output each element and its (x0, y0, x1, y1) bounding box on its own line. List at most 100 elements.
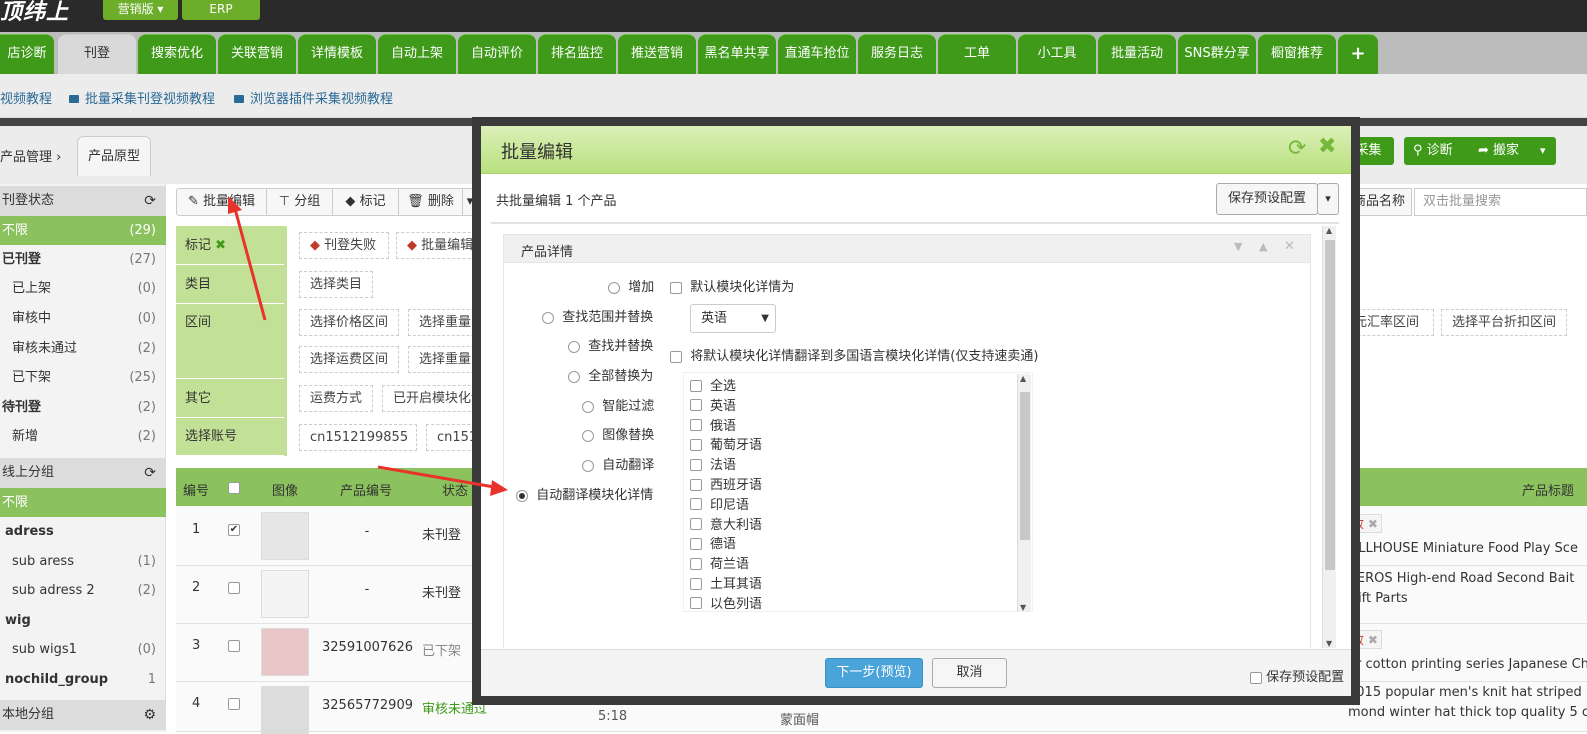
row-title[interactable]: er cotton printing series Japanese Ch (1348, 657, 1587, 672)
language-option[interactable]: 全选 (690, 375, 736, 394)
checkbox[interactable] (670, 281, 682, 294)
sidebar-item[interactable]: sub adress 2 (2) (0, 576, 166, 605)
save-preset-option[interactable]: 保存预设配置 (1250, 666, 1344, 685)
header-select-all[interactable] (228, 480, 240, 495)
scrollbar-thumb[interactable] (1325, 240, 1335, 570)
checkbox[interactable] (690, 438, 702, 451)
header-product-no[interactable]: 产品编号 (340, 480, 392, 499)
radio-button[interactable] (608, 281, 620, 294)
mark-button[interactable]: ◆ 标记 (333, 189, 399, 215)
nav-tab[interactable]: 批量活动 (1098, 34, 1176, 74)
replace-mode-radio[interactable]: 自动翻译模块化详情 (516, 484, 653, 503)
language-option[interactable]: 印尼语 (690, 494, 749, 513)
sidebar-item[interactable]: wig (0, 606, 166, 635)
sidebar-item[interactable]: sub wigs1 (0) (0, 635, 166, 664)
sidebar-item[interactable]: 已上架 (0) (0, 274, 166, 303)
nav-tab[interactable]: 直通车抢位 (778, 34, 856, 74)
filter-module-detail[interactable]: 已开启模块化详 (382, 385, 486, 412)
clear-icon[interactable]: ✖ (215, 238, 226, 253)
language-option[interactable]: 意大利语 (690, 514, 762, 533)
row-title[interactable]: 2015 popular men's knit hat striped (1348, 685, 1587, 700)
batch-edit-button[interactable]: ✎ 批量编辑 (177, 189, 267, 215)
batch-collect-video-link[interactable]: 批量采集刊登视频教程 (69, 88, 215, 107)
replace-mode-radio[interactable]: 查找范围并替换 (542, 306, 653, 325)
radio-button[interactable] (582, 459, 594, 472)
caret-down-icon[interactable]: ▾ (1317, 183, 1339, 215)
product-thumbnail[interactable] (261, 686, 309, 734)
checkbox[interactable] (690, 577, 702, 590)
close-icon[interactable]: ✖ (1368, 517, 1378, 531)
checkbox[interactable] (690, 518, 702, 531)
default-module-option[interactable]: 默认模块化详情为 (670, 276, 794, 295)
radio-button[interactable] (582, 429, 594, 442)
language-option[interactable]: 英语 (690, 395, 736, 414)
radio-button[interactable] (568, 370, 580, 383)
checkbox[interactable] (690, 537, 702, 550)
language-select[interactable]: 英语 ▼ (690, 304, 776, 333)
row-title[interactable]: BEROS High-end Road Second Bait (1348, 571, 1587, 586)
replace-mode-radio[interactable]: 增加 (608, 276, 654, 295)
row-checkbox[interactable] (228, 696, 240, 711)
checkbox[interactable] (228, 639, 240, 652)
sidebar-group-local[interactable]: 本地分组 ⚙ (0, 700, 166, 730)
nav-tab[interactable]: SNS群分享 (1178, 34, 1256, 74)
product-thumbnail[interactable] (261, 512, 309, 560)
replace-mode-radio[interactable]: 全部替换为 (568, 365, 653, 384)
nav-tab[interactable]: 推送营销 (618, 34, 696, 74)
filter-discount-range[interactable]: 选择平台折扣区间 (1441, 309, 1567, 336)
sidebar-item[interactable]: nochild_group 1 (0, 665, 166, 694)
language-option[interactable]: 以色列语 (690, 593, 762, 612)
plugin-collect-video-link[interactable]: 浏览器插件采集视频教程 (234, 88, 393, 107)
checkbox[interactable] (690, 557, 702, 570)
language-option[interactable]: 德语 (690, 533, 736, 552)
filter-price-range[interactable]: 选择价格区间 (299, 309, 399, 336)
filter-shipping-method[interactable]: 运费方式 (299, 385, 373, 412)
sidebar-item[interactable]: 审核中 (0) (0, 304, 166, 333)
row-checkbox[interactable] (228, 638, 240, 653)
checkbox[interactable] (690, 498, 702, 511)
radio-button[interactable] (516, 489, 528, 502)
nav-tab[interactable]: 自动上架 (378, 34, 456, 74)
language-option[interactable]: 荷兰语 (690, 553, 749, 572)
collapse-down-icon[interactable]: ▼ (1234, 240, 1242, 253)
close-icon[interactable]: ✕ (1284, 239, 1295, 254)
row-checkbox[interactable]: ✔ (228, 522, 240, 537)
next-preview-button[interactable]: 下一步(预览) (825, 658, 923, 688)
language-option[interactable]: 法语 (690, 454, 736, 473)
sidebar-item[interactable]: 审核未通过 (2) (0, 334, 166, 363)
gear-icon[interactable]: ⚙ (143, 700, 156, 730)
close-icon[interactable]: ✖ (1318, 134, 1336, 159)
scrollbar-thumb[interactable] (1020, 392, 1030, 540)
refresh-icon[interactable]: ⟳ (1288, 136, 1306, 161)
caret-down-icon[interactable]: ▾ (1540, 137, 1546, 165)
filter-shipping-range[interactable]: 选择运费区间 (299, 346, 399, 373)
sidebar-item[interactable]: 新增 (2) (0, 422, 166, 451)
language-option[interactable]: 土耳其语 (690, 573, 762, 592)
refresh-icon[interactable]: ⟳ (144, 186, 156, 216)
search-input[interactable]: 双击批量搜索 (1414, 188, 1587, 216)
delete-button[interactable]: 🗑 删除 (399, 189, 463, 215)
collapse-up-icon[interactable]: ▲ (1259, 240, 1267, 253)
checkbox[interactable] (690, 419, 702, 432)
nav-tab[interactable]: 服务日志 (858, 34, 936, 74)
nav-tab[interactable]: 橱窗推荐 (1258, 34, 1336, 74)
group-button[interactable]: ⊤ 分组 (267, 189, 333, 215)
nav-tab[interactable]: 自动评价 (458, 34, 536, 74)
checkbox[interactable] (690, 458, 702, 471)
replace-mode-radio[interactable]: 查找并替换 (568, 335, 653, 354)
cancel-button[interactable]: 取消 (932, 658, 1007, 688)
sidebar-item[interactable]: 已刊登 (27) (0, 245, 166, 274)
nav-tab[interactable]: 工单 (938, 34, 1016, 74)
move-button[interactable]: ➦ 搬家 (1478, 137, 1519, 165)
language-option[interactable]: 西班牙语 (690, 474, 762, 493)
diagnose-button[interactable]: ⚲ 诊断 (1413, 137, 1453, 165)
checkbox[interactable] (1250, 671, 1262, 684)
product-thumbnail[interactable] (261, 628, 309, 676)
save-preset-button[interactable]: 保存预设配置 (1216, 183, 1318, 215)
filter-tag-publish-failed[interactable]: ◆ 刊登失败 (299, 232, 389, 259)
language-option[interactable]: 葡萄牙语 (690, 434, 762, 453)
scroll-down-icon[interactable]: ▼ (1326, 639, 1332, 648)
nav-tab[interactable]: 详情模板 (298, 34, 376, 74)
checkbox[interactable] (690, 379, 702, 392)
filter-category[interactable]: 选择类目 (299, 271, 373, 298)
